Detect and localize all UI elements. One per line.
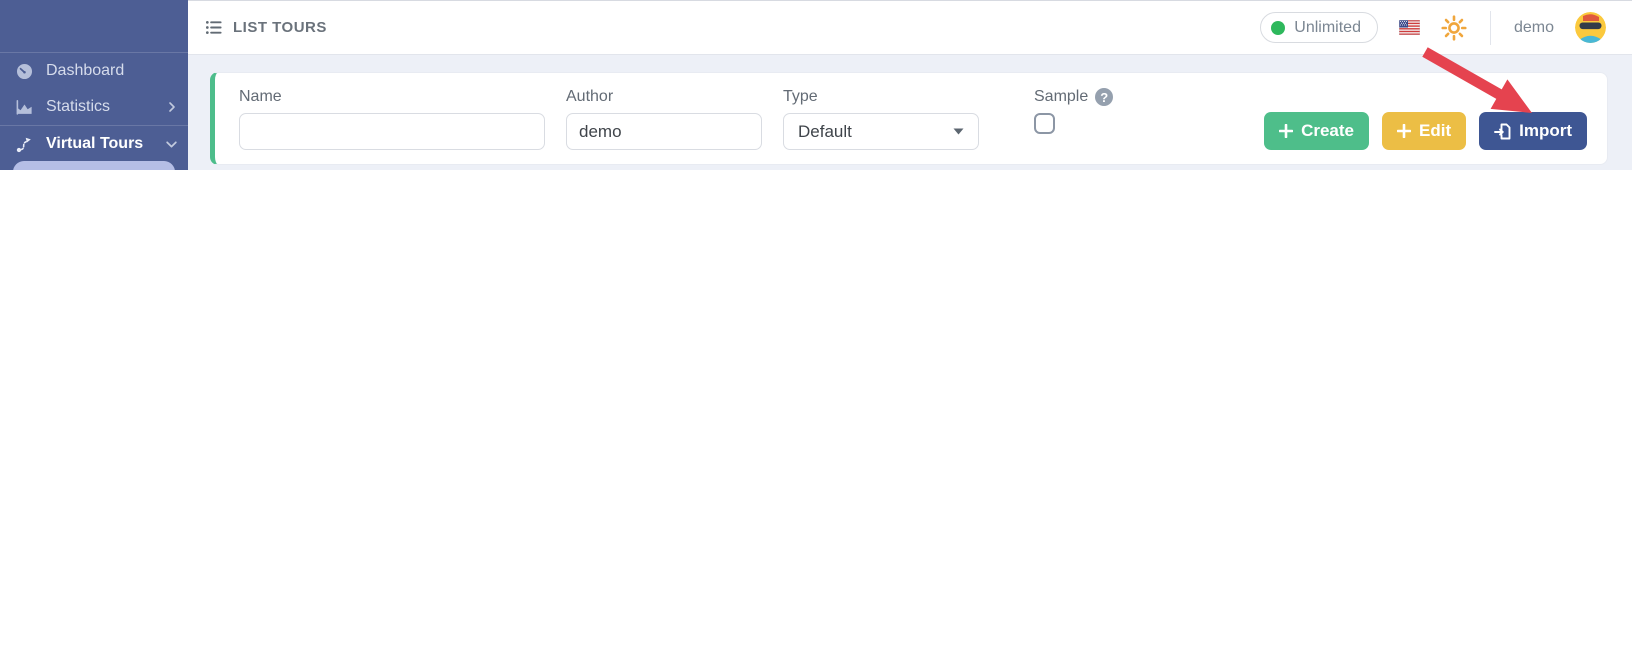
plan-badge[interactable]: Unlimited [1260, 12, 1378, 43]
plus-icon [1397, 124, 1411, 138]
chart-icon [14, 97, 34, 117]
title-group: LIST TOURS [204, 18, 327, 37]
sidebar: Dashboard Statistics Virtual Tours [0, 0, 188, 170]
sample-label: Sample [1034, 88, 1089, 105]
sidebar-item-virtual-tours[interactable]: Virtual Tours [0, 126, 188, 162]
edit-button-label: Edit [1419, 121, 1452, 140]
type-label: Type [783, 88, 818, 105]
sidebar-item-label: Statistics [46, 98, 111, 115]
type-field-group: Type Default [783, 88, 979, 150]
language-flag-button[interactable] [1398, 20, 1420, 35]
topbar: LIST TOURS Unlimited demo [188, 0, 1632, 55]
author-field-group: Author [566, 88, 762, 150]
sidebar-item-statistics[interactable]: Statistics [0, 89, 188, 125]
us-flag-icon [1398, 20, 1420, 35]
main-content: Name Author Type Default Sample [188, 55, 1632, 170]
sidebar-brand [0, 0, 188, 52]
sidebar-submenu-item[interactable] [13, 161, 175, 170]
action-buttons: Create Edit Import [1264, 112, 1587, 150]
file-import-icon [1494, 123, 1511, 140]
create-button-label: Create [1301, 121, 1354, 140]
create-button[interactable]: Create [1264, 112, 1369, 150]
name-label: Name [239, 88, 282, 105]
gauge-icon [14, 61, 34, 81]
sidebar-item-label: Virtual Tours [46, 135, 144, 152]
route-icon [14, 134, 34, 154]
caret-down-icon [953, 128, 964, 135]
topbar-divider [1489, 10, 1491, 45]
page: Dashboard Statistics Virtual Tours LIST … [0, 0, 1632, 672]
page-title: LIST TOURS [233, 19, 327, 36]
import-button-label: Import [1519, 121, 1572, 140]
help-icon[interactable]: ? [1095, 88, 1114, 106]
topbar-right: Unlimited demo [1260, 10, 1606, 45]
plan-badge-label: Unlimited [1294, 18, 1361, 36]
edit-button[interactable]: Edit [1382, 112, 1467, 150]
author-input[interactable] [566, 113, 762, 150]
sidebar-item-label: Dashboard [46, 62, 125, 79]
author-label: Author [566, 88, 614, 105]
name-field-group: Name [239, 88, 545, 150]
avatar[interactable] [1575, 12, 1606, 43]
name-input[interactable] [239, 113, 545, 150]
sun-icon [1441, 14, 1467, 41]
sidebar-item-dashboard[interactable]: Dashboard [0, 53, 188, 89]
sample-checkbox[interactable] [1034, 113, 1055, 134]
import-button[interactable]: Import [1479, 112, 1587, 150]
type-select[interactable]: Default [783, 113, 979, 150]
list-icon [204, 18, 223, 37]
chevron-down-icon [165, 138, 178, 151]
filter-card: Name Author Type Default Sample [210, 72, 1608, 165]
chevron-right-icon [166, 101, 178, 113]
theme-toggle-button[interactable] [1441, 14, 1467, 41]
type-select-value: Default [798, 121, 852, 141]
username: demo [1513, 18, 1554, 36]
status-dot-icon [1271, 20, 1286, 35]
plus-icon [1279, 124, 1294, 138]
sample-field-group: Sample ? [1034, 88, 1114, 134]
